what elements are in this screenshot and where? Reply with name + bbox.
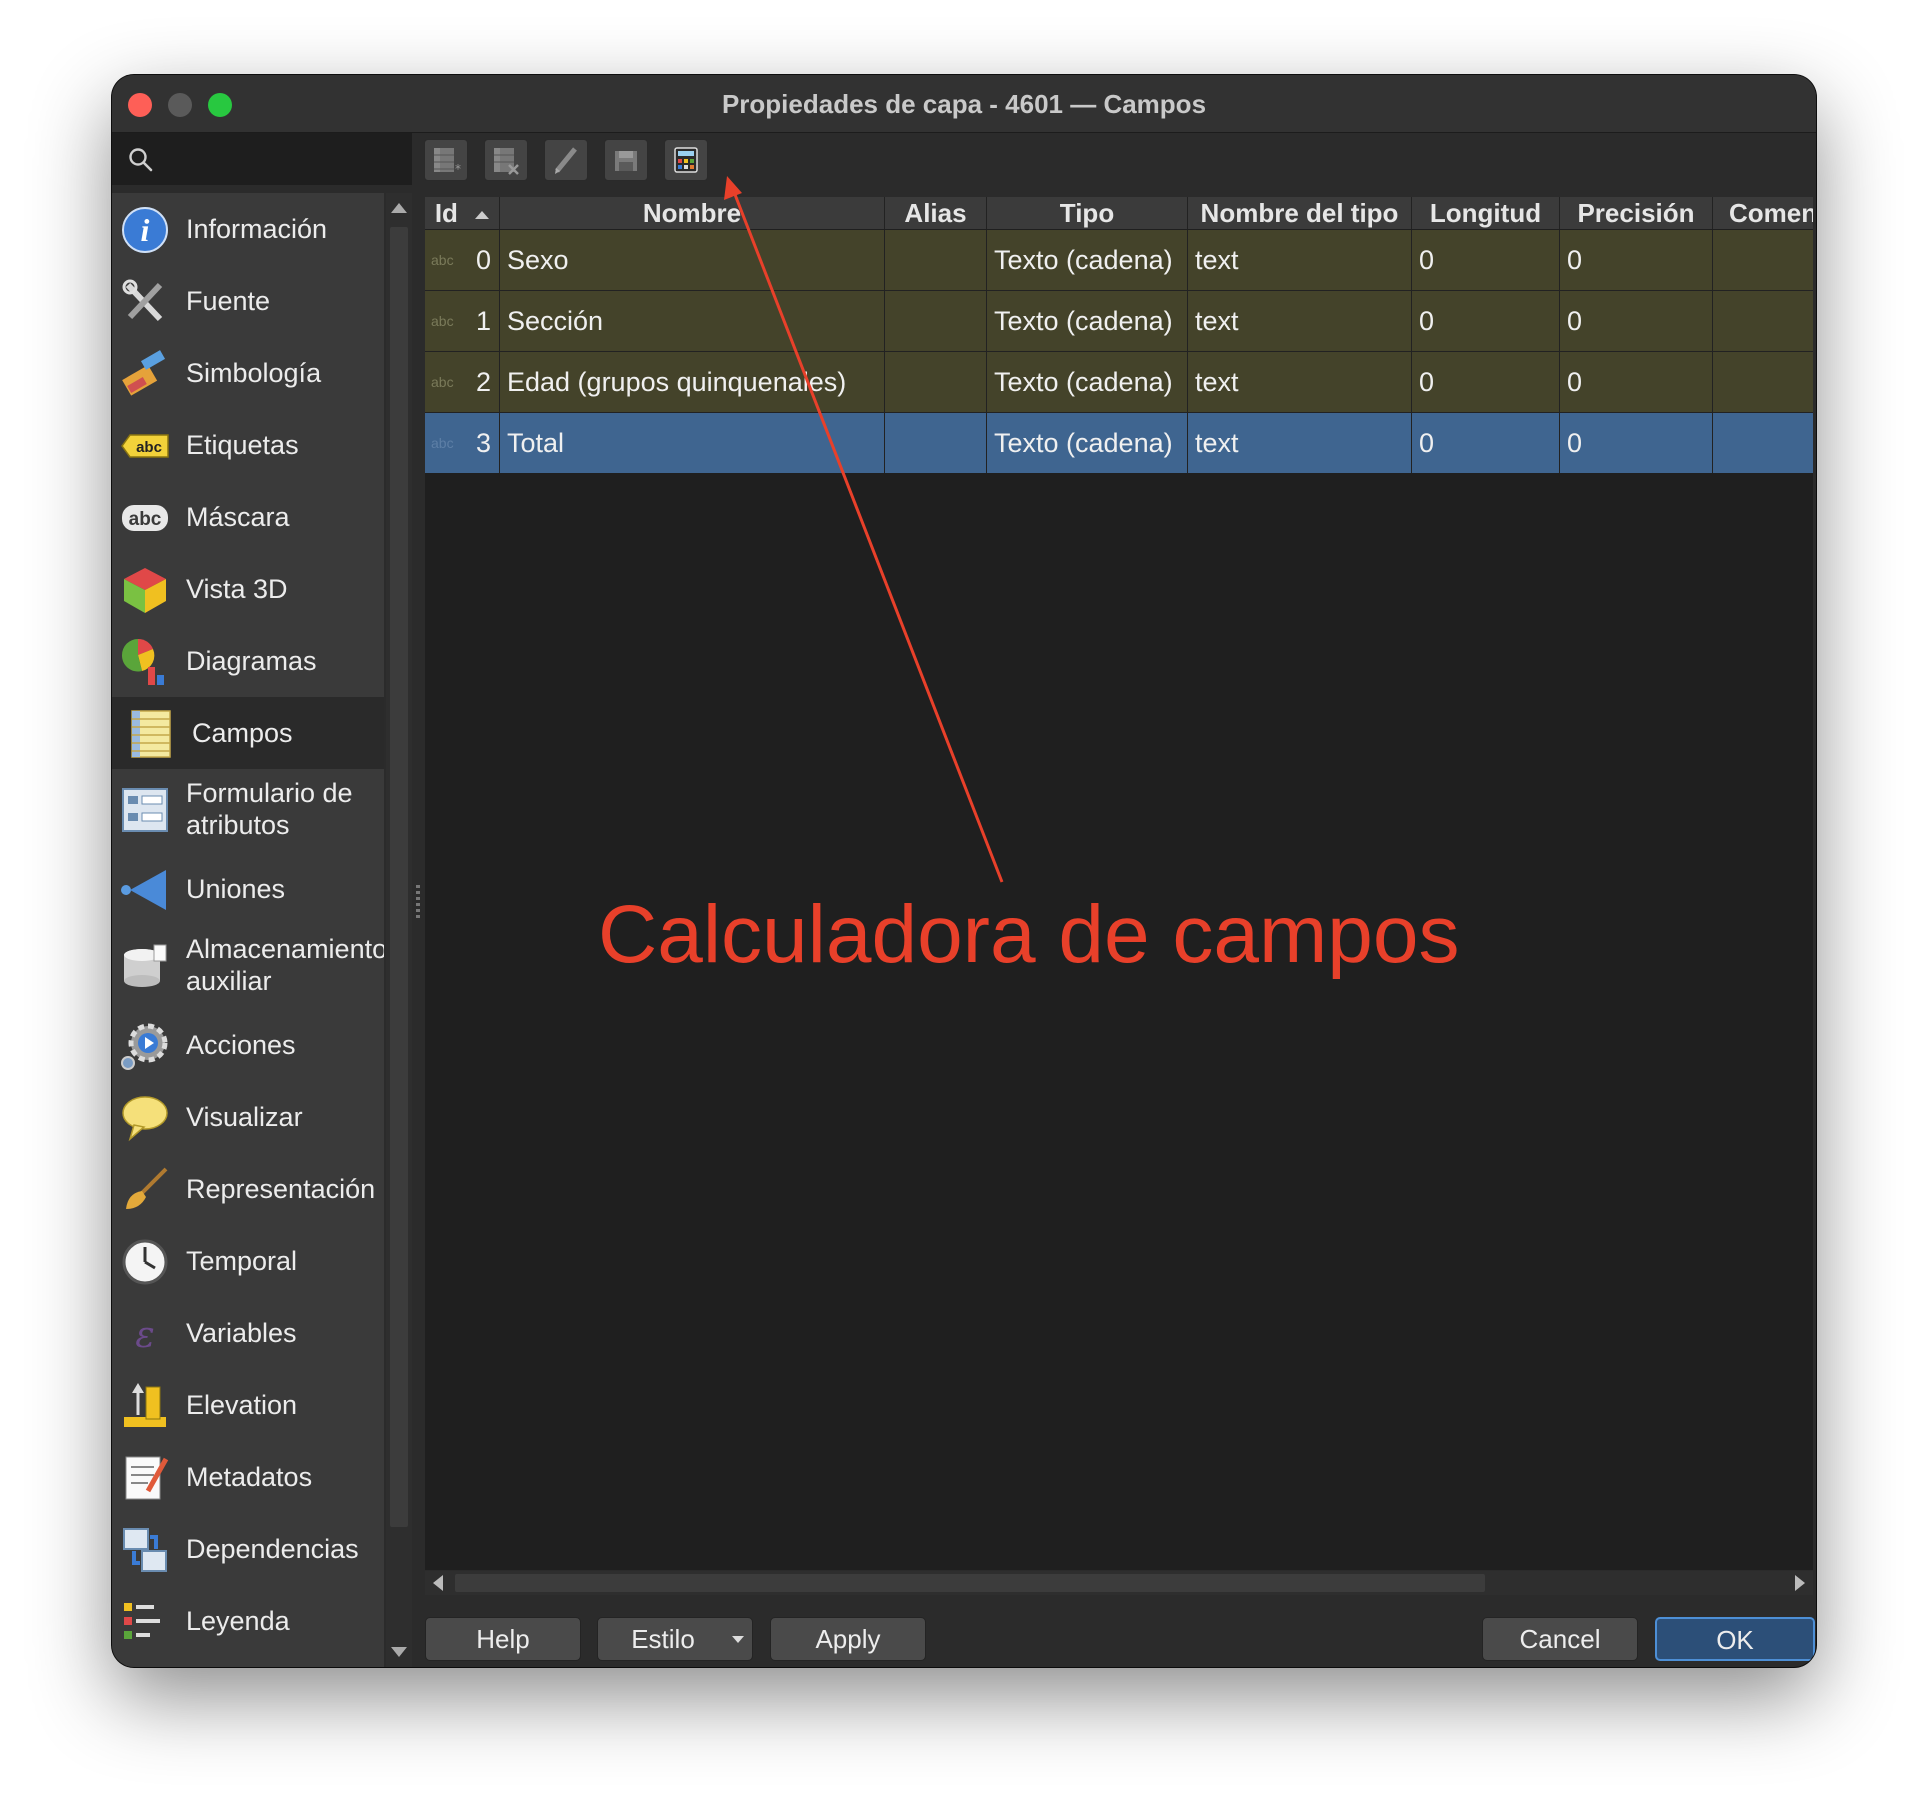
annotation-label: Calculadora de campos (598, 889, 1460, 980)
